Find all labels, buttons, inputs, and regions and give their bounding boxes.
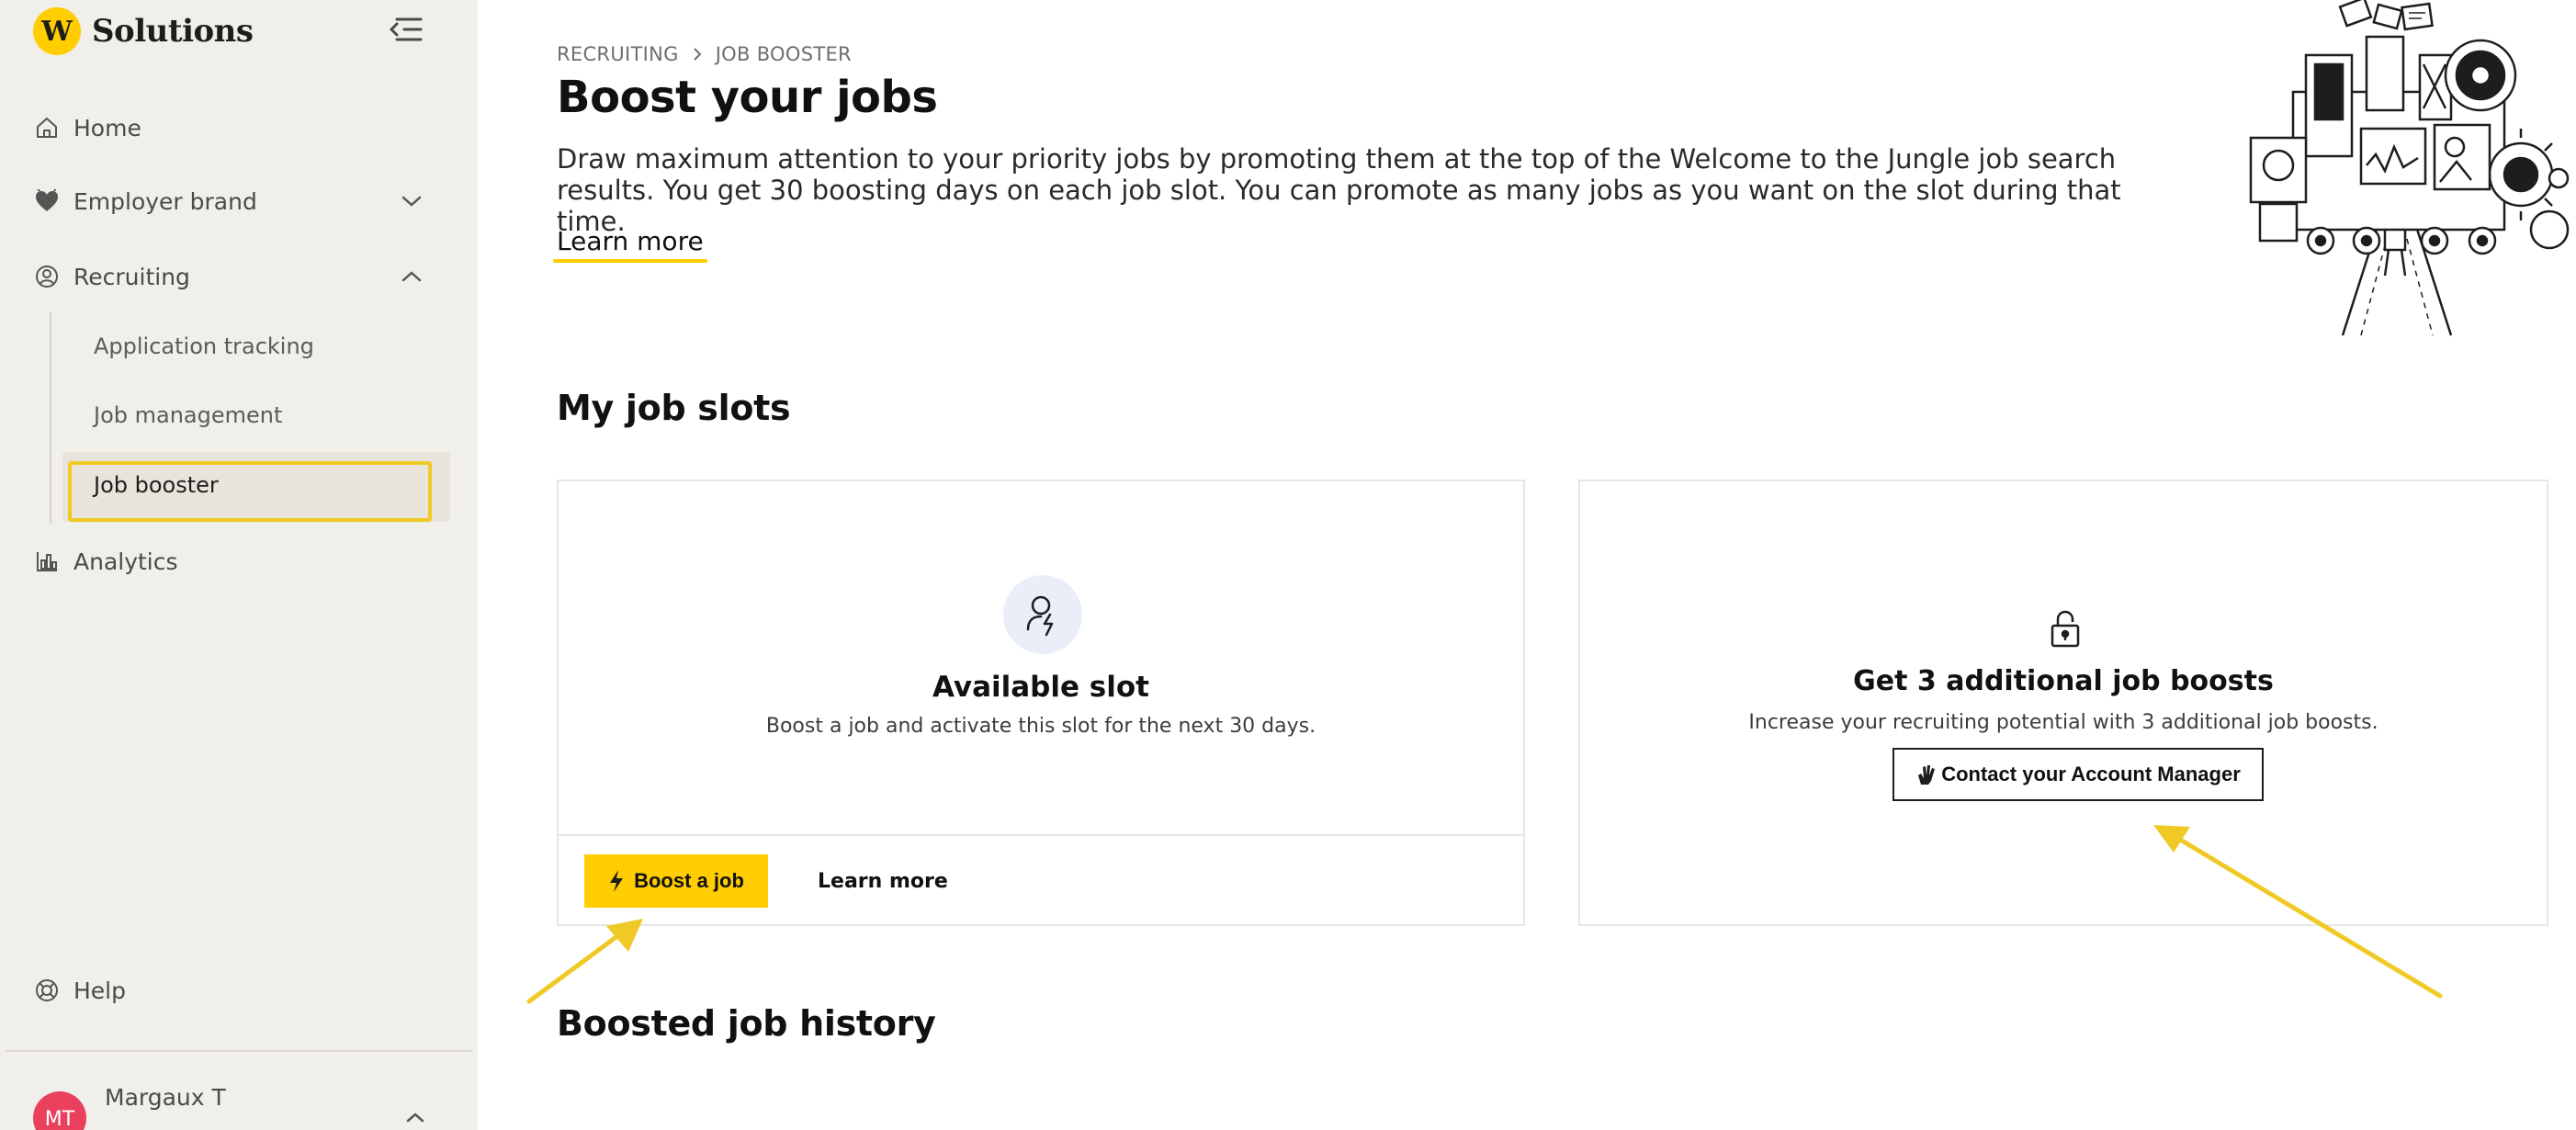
- breadcrumb: RECRUITING JOB BOOSTER: [557, 43, 852, 65]
- additional-boosts-card: Get 3 additional job boosts Increase you…: [1578, 480, 2548, 926]
- boost-slot-icon: [1003, 575, 1082, 654]
- available-slot-card: Available slot Boost a job and activate …: [557, 480, 1525, 926]
- page-description: Draw maximum attention to your priority …: [557, 143, 2121, 237]
- divider: [6, 1050, 472, 1052]
- contact-button-label: Contact your Account Manager: [1941, 763, 2241, 785]
- sidebar-item-label: Analytics: [73, 548, 178, 575]
- submenu-guide-line: [50, 312, 51, 524]
- main-content: RECRUITING JOB BOOSTER Boost your jobs D…: [478, 0, 2576, 1130]
- lifebuoy-icon: [33, 977, 61, 1004]
- collapse-menu-icon: [390, 17, 423, 41]
- sidebar-item-help[interactable]: Help: [33, 968, 126, 1012]
- brand-logo: W: [33, 7, 81, 55]
- user-menu[interactable]: MT Margaux T: [33, 1084, 226, 1130]
- available-slot-title: Available slot: [932, 671, 1149, 704]
- job-slots-title: My job slots: [557, 388, 791, 428]
- boost-button-label: Boost a job: [634, 869, 744, 892]
- page-title: Boost your jobs: [557, 72, 938, 123]
- lightning-icon: [608, 869, 625, 893]
- sidebar-item-recruiting[interactable]: Recruiting: [33, 254, 190, 299]
- user-name: Margaux T: [105, 1084, 226, 1111]
- sidebar-subitem-job-booster[interactable]: Job booster: [94, 463, 219, 507]
- slot-learn-more-link[interactable]: Learn more: [818, 854, 948, 908]
- breadcrumb-item-job-booster: JOB BOOSTER: [715, 43, 852, 65]
- sidebar-subitem-application-tracking[interactable]: Application tracking: [94, 324, 314, 368]
- sidebar-item-label: Home: [73, 114, 141, 141]
- sidebar-subitem-job-management[interactable]: Job management: [94, 393, 282, 437]
- help-label: Help: [73, 977, 126, 1004]
- analytics-icon: [33, 548, 61, 575]
- recruiting-icon: [33, 263, 61, 290]
- additional-boosts-title: Get 3 additional job boosts: [1853, 665, 2274, 697]
- boost-a-job-button[interactable]: Boost a job: [584, 854, 768, 908]
- lock-icon: [2047, 608, 2084, 650]
- jobs-illustration: [2205, 0, 2576, 340]
- link-underline: [553, 259, 707, 263]
- heart-icon: [33, 187, 61, 215]
- brand[interactable]: W Solutions: [33, 6, 254, 57]
- boosted-job-history-title: Boosted job history: [557, 1003, 936, 1044]
- chevron-up-icon[interactable]: [395, 260, 428, 293]
- available-slot-description: Boost a job and activate this slot for t…: [765, 715, 1316, 738]
- brand-name: Solutions: [92, 13, 254, 50]
- collapse-sidebar-button[interactable]: [384, 11, 428, 48]
- waving-hand-icon: [1915, 763, 1936, 786]
- breadcrumb-item-recruiting[interactable]: RECRUITING: [557, 43, 679, 65]
- home-icon: [33, 114, 61, 141]
- contact-account-manager-button[interactable]: Contact your Account Manager: [1892, 748, 2264, 801]
- sidebar: W Solutions Home Employer brand Recruiti…: [0, 0, 478, 1130]
- sidebar-item-label: Recruiting: [73, 263, 190, 290]
- sidebar-item-analytics[interactable]: Analytics: [33, 539, 178, 583]
- divider: [559, 834, 1523, 836]
- avatar: MT: [33, 1091, 86, 1130]
- chevron-down-icon[interactable]: [395, 185, 428, 218]
- additional-boosts-description: Increase your recruiting potential with …: [1748, 711, 2378, 734]
- sidebar-item-label: Employer brand: [73, 187, 257, 215]
- sidebar-item-home[interactable]: Home: [33, 106, 141, 150]
- sidebar-item-employer-brand[interactable]: Employer brand: [33, 179, 257, 223]
- chevron-up-icon[interactable]: [399, 1104, 432, 1130]
- learn-more-link[interactable]: Learn more: [557, 226, 704, 260]
- chevron-right-icon: [692, 46, 703, 62]
